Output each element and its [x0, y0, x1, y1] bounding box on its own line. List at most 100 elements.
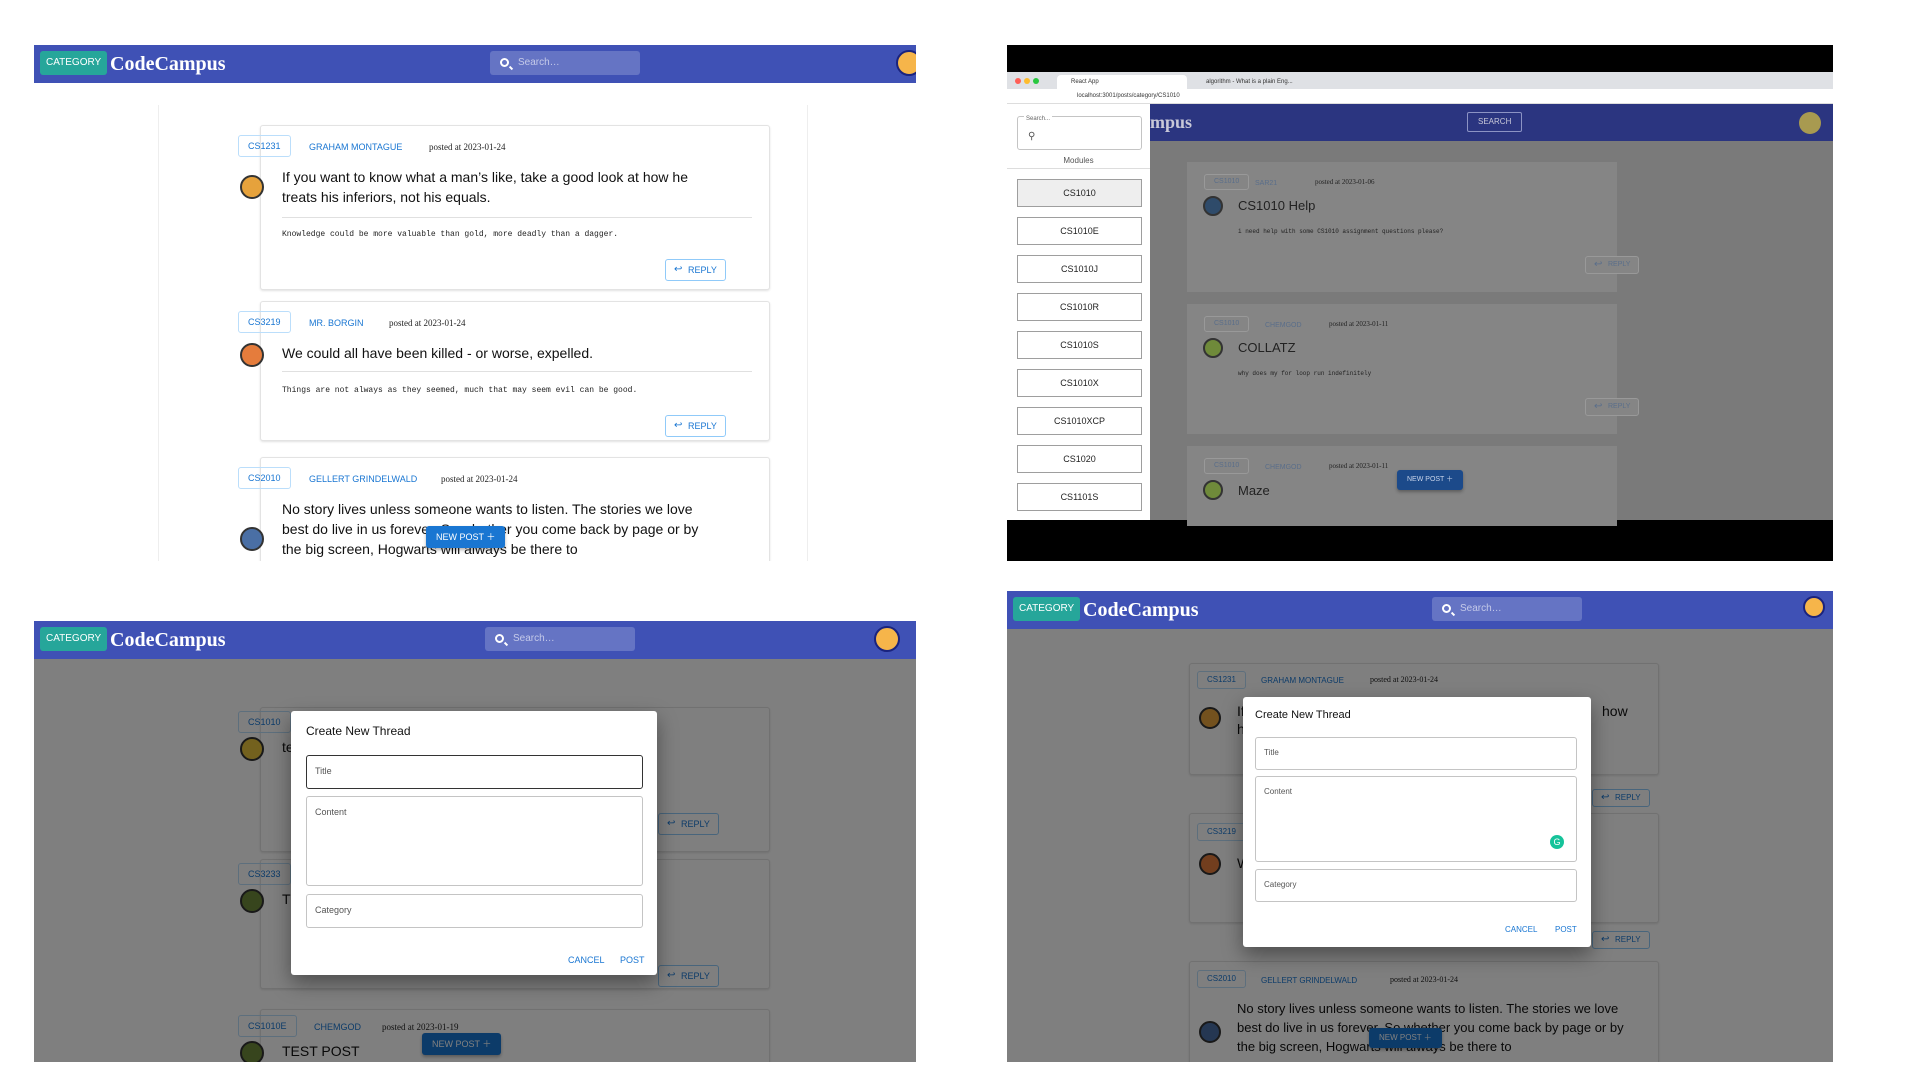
module-search-input[interactable]: Search... ⚲: [1017, 116, 1142, 150]
module-button-cs1010[interactable]: CS1010: [1017, 179, 1142, 207]
avatar[interactable]: [874, 626, 900, 652]
post-author[interactable]: CHEMGOD: [1265, 462, 1302, 474]
post-author[interactable]: GELLERT GRINDELWALD: [309, 473, 417, 485]
screenshot-create-thread-dialog: CATEGORY CodeCampus Search… CS1010 te RE…: [34, 621, 916, 1062]
search-button[interactable]: SEARCH: [1467, 112, 1523, 132]
reply-button[interactable]: REPLY: [1585, 398, 1640, 416]
brand-title: mpus: [1150, 112, 1193, 132]
search-input[interactable]: Search…: [490, 51, 640, 75]
module-button-cs1010r[interactable]: CS1010R: [1017, 293, 1142, 321]
content-field-label: Content: [1264, 787, 1293, 796]
category-field[interactable]: Category: [306, 894, 643, 928]
module-button-cs1101s[interactable]: CS1101S: [1017, 483, 1142, 511]
post-button[interactable]: POST: [1555, 925, 1577, 934]
search-placeholder: Search…: [518, 57, 560, 68]
post-category-chip[interactable]: CS3219: [238, 311, 291, 333]
title-field[interactable]: Title: [306, 755, 643, 789]
post-title[interactable]: If you want to know what a man’s like, t…: [282, 167, 722, 207]
post-date: posted at 2023-01-06: [1315, 178, 1375, 186]
url-text: localhost:3001/posts/category/CS1010: [1077, 93, 1180, 99]
minimize-window-icon[interactable]: [1024, 78, 1030, 84]
create-thread-dialog: Create New Thread Title Content Category…: [291, 711, 657, 975]
post-title[interactable]: We could all have been killed - or worse…: [282, 343, 722, 363]
modules-heading: Modules: [1063, 156, 1094, 165]
app-bar: CATEGORY CodeCampus Search…: [34, 621, 916, 659]
screenshot-browser-modules: React App algorithm - What is a plain En…: [1007, 45, 1833, 561]
post-card: [1187, 162, 1617, 292]
post-body: why does my for loop run indefinitely: [1238, 370, 1372, 377]
module-button-cs1010s[interactable]: CS1010S: [1017, 331, 1142, 359]
post-category-chip[interactable]: CS2010: [238, 467, 291, 489]
search-input[interactable]: Search…: [1432, 597, 1582, 621]
category-button[interactable]: CATEGORY: [1013, 597, 1081, 621]
avatar: [1203, 196, 1223, 216]
close-window-icon[interactable]: [1015, 78, 1021, 84]
post-category-chip[interactable]: CS1231: [238, 135, 291, 157]
post-author[interactable]: GRAHAM MONTAGUE: [309, 141, 402, 153]
brand-title[interactable]: CodeCampus: [110, 51, 226, 77]
brand-title[interactable]: CodeCampus: [1083, 597, 1199, 623]
post-title[interactable]: Maze: [1238, 481, 1270, 501]
category-button[interactable]: CATEGORY: [40, 627, 108, 651]
module-button-cs1010j[interactable]: CS1010J: [1017, 255, 1142, 283]
post-date: posted at 2023-01-11: [1329, 320, 1389, 328]
avatar[interactable]: [1803, 596, 1825, 618]
new-post-button[interactable]: NEW POST ＋: [1397, 470, 1464, 490]
reply-button[interactable]: REPLY: [1585, 256, 1640, 274]
brand-title[interactable]: CodeCampus: [110, 627, 226, 653]
post-body: Knowledge could be more valuable than go…: [282, 230, 619, 239]
divider: [282, 371, 752, 372]
reply-button[interactable]: REPLY: [665, 415, 726, 437]
post-category-chip[interactable]: CS1010: [1204, 316, 1250, 332]
module-button-cs1010xcp[interactable]: CS1010XCP: [1017, 407, 1142, 435]
category-button[interactable]: CATEGORY: [40, 51, 108, 75]
post-title[interactable]: CS1010 Help: [1238, 196, 1315, 216]
maximize-window-icon[interactable]: [1033, 78, 1039, 84]
cancel-button[interactable]: CANCEL: [1505, 925, 1537, 934]
category-field[interactable]: Category: [1255, 869, 1577, 902]
grammarly-icon[interactable]: G: [1550, 835, 1564, 849]
browser-tab-strip: React App algorithm - What is a plain En…: [1007, 72, 1833, 89]
divider: [282, 217, 752, 218]
search-placeholder: Search…: [1460, 603, 1502, 614]
post-date: posted at 2023-01-11: [1329, 462, 1389, 470]
create-thread-dialog: Create New Thread Title Content G Catego…: [1243, 697, 1591, 947]
dialog-title: Create New Thread: [1255, 709, 1351, 721]
module-button-cs1020[interactable]: CS1020: [1017, 445, 1142, 473]
avatar[interactable]: [1799, 112, 1821, 134]
new-post-label: NEW POST: [1407, 476, 1445, 483]
content-field[interactable]: Content G: [1255, 776, 1577, 862]
post-title[interactable]: COLLATZ: [1238, 338, 1296, 358]
post-body: Things are not always as they seemed, mu…: [282, 386, 638, 395]
post-author[interactable]: CHEMGOD: [1265, 320, 1302, 332]
post-author[interactable]: MR. BORGIN: [309, 317, 364, 329]
avatar: [240, 175, 264, 199]
new-post-button[interactable]: NEW POST ＋: [426, 526, 506, 548]
post-button[interactable]: POST: [620, 955, 645, 965]
address-bar[interactable]: localhost:3001/posts/category/CS1010: [1007, 89, 1833, 104]
reply-button[interactable]: REPLY: [665, 259, 726, 281]
browser-tab[interactable]: algorithm - What is a plain Eng...: [1192, 75, 1317, 89]
module-drawer: Search... ⚲ Modules CS1010 CS1010E CS101…: [1007, 104, 1150, 520]
post-author[interactable]: SAR21: [1255, 178, 1277, 190]
title-field[interactable]: Title: [1255, 737, 1577, 770]
post-date: posted at 2023-01-24: [389, 318, 466, 328]
post-category-chip[interactable]: CS1010: [1204, 174, 1250, 190]
search-icon: ⚲: [1028, 131, 1036, 142]
dialog-title: Create New Thread: [306, 724, 411, 738]
screenshot-forum-list: CATEGORY CodeCampus Search… CS1231 GRAHA…: [34, 45, 916, 561]
screenshot-create-thread-dialog-2: CATEGORY CodeCampus Search… CS1231 GRAHA…: [1007, 591, 1833, 1062]
search-icon: [495, 634, 504, 643]
app-bar: CATEGORY CodeCampus Search…: [34, 45, 916, 83]
browser-tab[interactable]: React App: [1057, 75, 1187, 89]
module-button-cs1010e[interactable]: CS1010E: [1017, 217, 1142, 245]
post-category-chip[interactable]: CS1010: [1204, 458, 1250, 474]
content-field[interactable]: Content: [306, 796, 643, 886]
post-date: posted at 2023-01-24: [441, 474, 518, 484]
post-card: [1187, 304, 1617, 434]
avatar[interactable]: [896, 50, 916, 76]
cancel-button[interactable]: CANCEL: [568, 955, 605, 965]
search-input[interactable]: Search…: [485, 627, 635, 651]
module-button-cs1010x[interactable]: CS1010X: [1017, 369, 1142, 397]
avatar: [240, 343, 264, 367]
